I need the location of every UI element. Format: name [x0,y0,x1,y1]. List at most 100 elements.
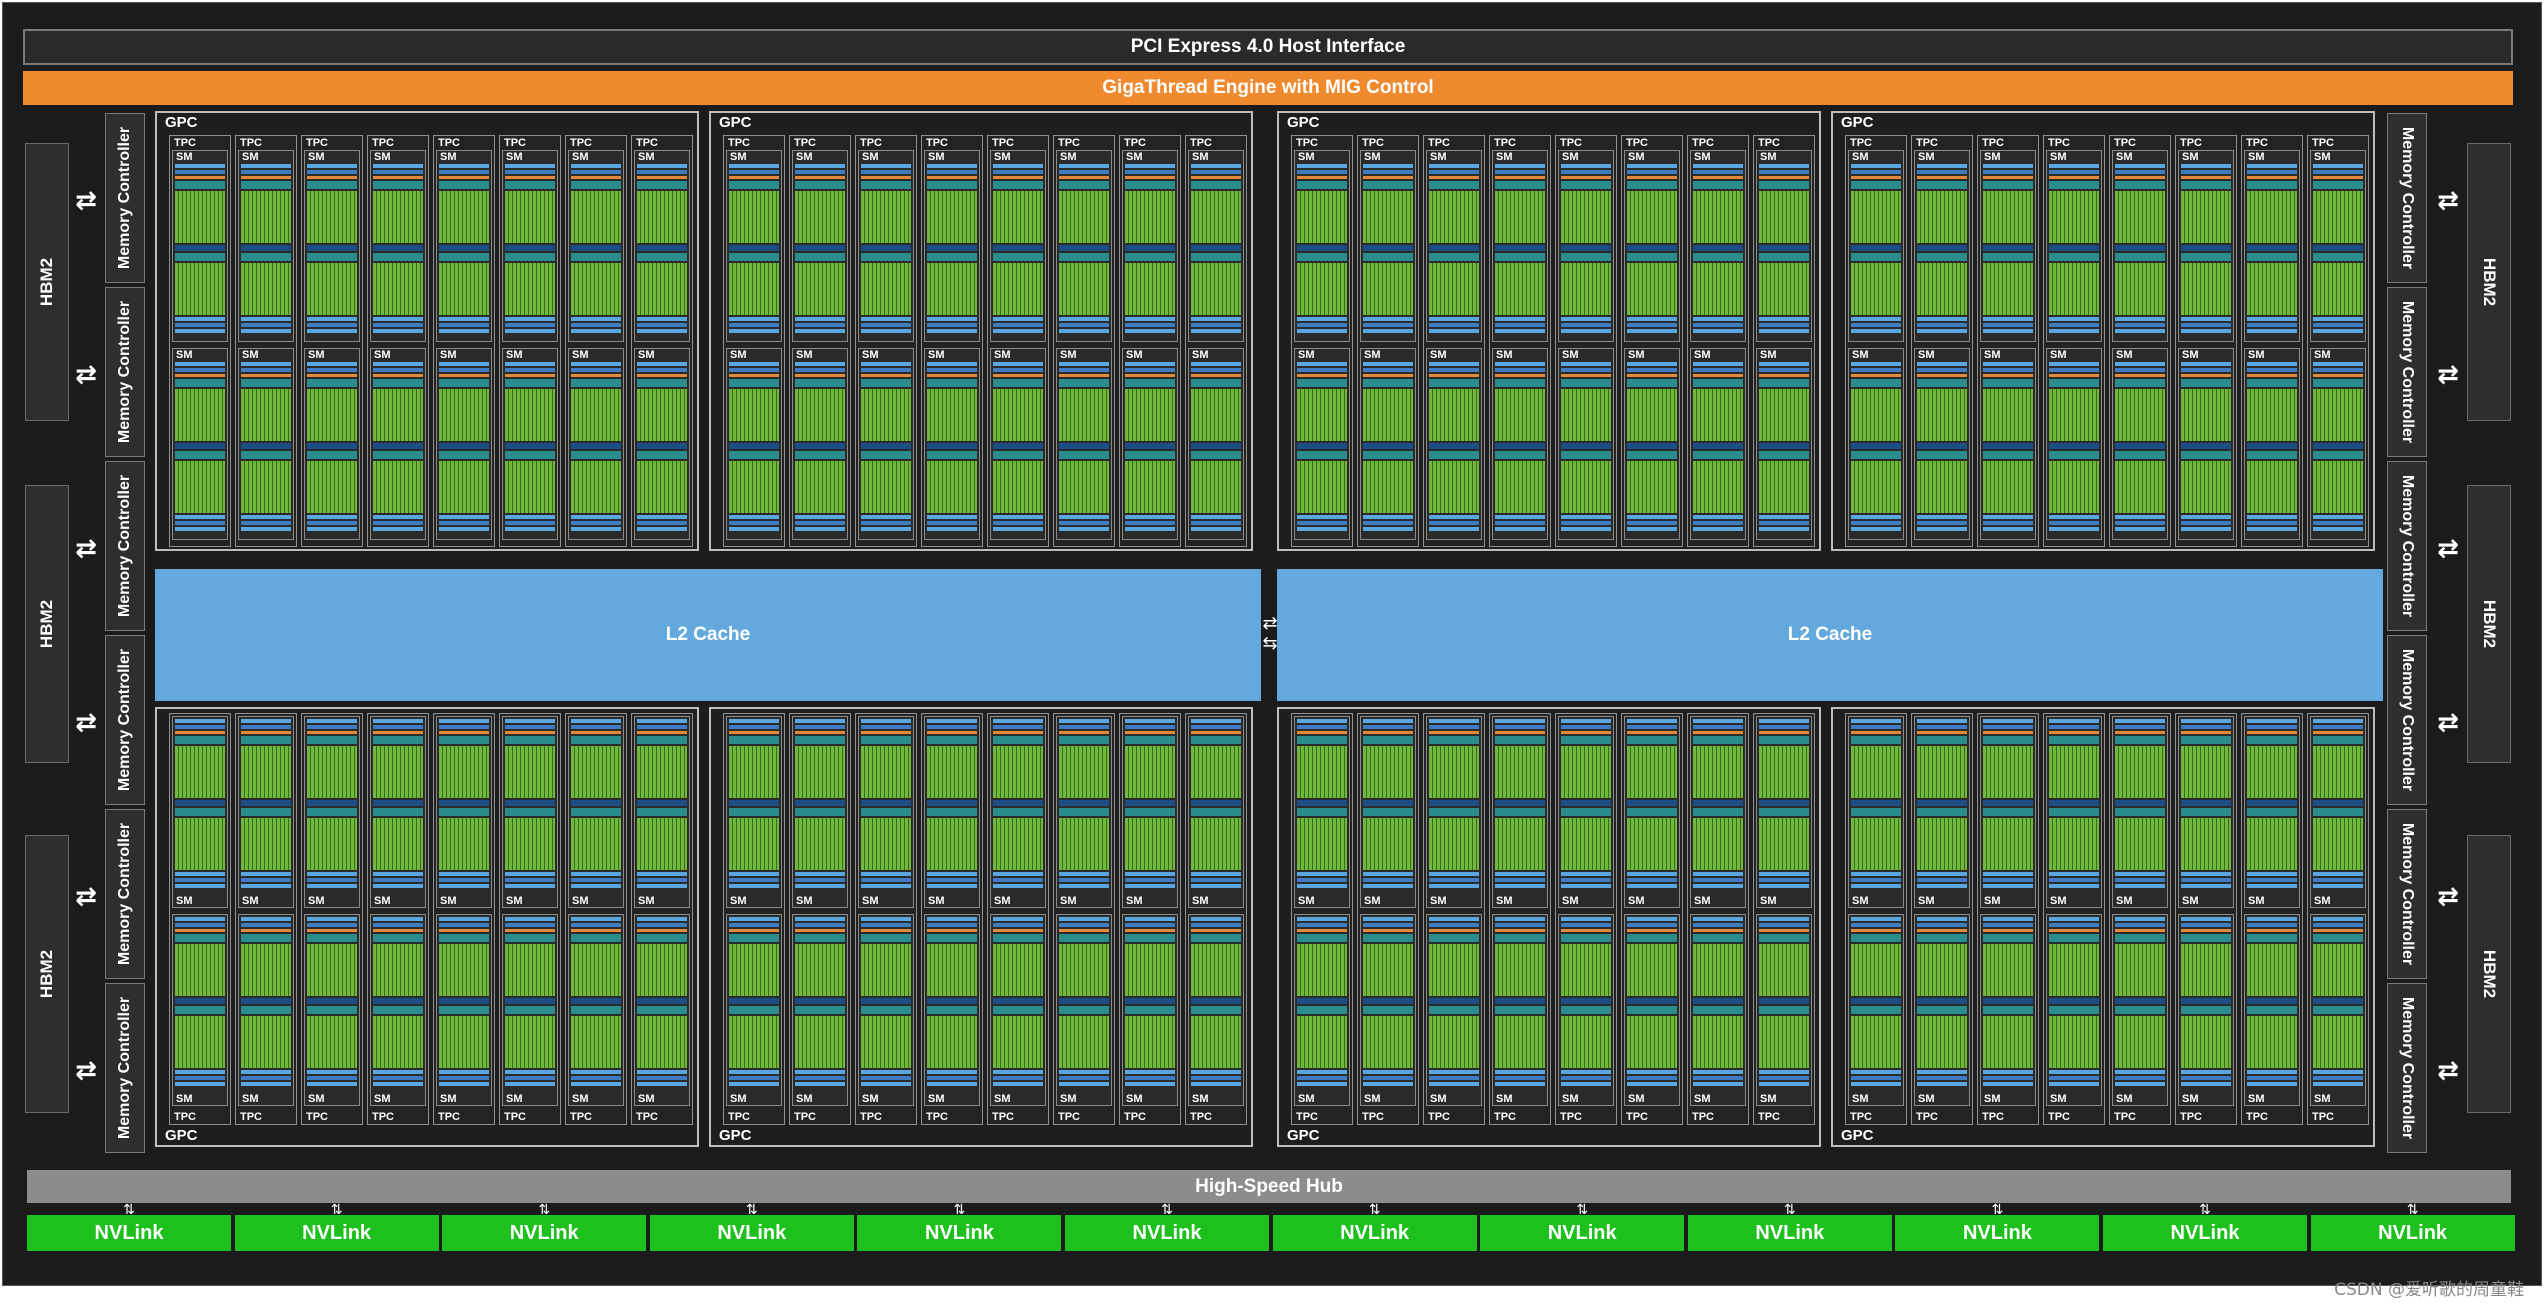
sm-unit [1495,998,1545,1004]
sm-unit [1983,176,2033,179]
sm-unit [1759,323,1809,327]
sm-label: SM [1760,895,1777,907]
sm-unit [1191,808,1241,816]
sm-unit [1917,884,1967,888]
sm-unit [571,253,621,261]
sm-unit [1191,719,1241,723]
sm-unit [795,164,845,168]
sm-unit [729,884,779,888]
sm-label: SM [308,895,325,907]
sm-unit [1059,1082,1109,1086]
sm-unit [1191,317,1241,321]
sm-block: SM [172,348,228,540]
sm-unit [637,374,687,377]
sm-unit [729,191,779,243]
sm-unit [1363,527,1413,531]
sm-unit [637,719,687,723]
sm-unit [2181,884,2231,888]
sm-unit [1627,929,1677,932]
sm-unit [373,515,423,519]
sm-internals [861,719,911,894]
sm-internals [1561,719,1611,894]
sm-unit [1297,451,1347,459]
sm-unit [1851,263,1901,315]
sm-unit [637,253,687,261]
nvlink-block: NVLink [27,1215,231,1251]
sm-block: SM [502,716,558,908]
sm-block: SM [436,914,492,1106]
memory-controller-left: Memory Controller [105,809,145,979]
sm-unit [2313,934,2363,942]
memory-controller-left: Memory Controller [105,983,145,1153]
sm-label: SM [506,151,523,163]
sm-block: SM [1756,716,1812,908]
sm-internals [637,362,687,537]
sm-unit [1917,374,1967,377]
sm-internals [571,719,621,894]
sm-unit [2049,253,2099,261]
sm-unit [1759,245,1809,251]
sm-unit [1693,317,1743,321]
sm-internals [1495,917,1545,1092]
nvlink-block: NVLink [1687,1215,1892,1251]
sm-unit [373,1082,423,1086]
sm-unit [1125,923,1175,927]
sm-unit [1759,923,1809,927]
sm-unit [1191,923,1241,927]
sm-unit [307,515,357,519]
hbm-link-arrow-icon: ⇄ [2437,707,2459,737]
sm-unit [373,181,423,189]
sm-unit [1759,317,1809,321]
sm-unit [2049,389,2099,441]
sm-unit [1561,800,1611,806]
sm-internals [307,164,357,339]
sm-unit [861,884,911,888]
sm-unit [1125,800,1175,806]
sm-internals [729,164,779,339]
sm-unit [2115,461,2165,513]
sm-unit [729,746,779,798]
sm-unit [1561,1006,1611,1014]
sm-unit [241,1016,291,1068]
sm-block: SM [1426,914,1482,1106]
sm-unit [1983,1016,2033,1068]
sm-internals [505,719,555,894]
sm-unit [1125,1082,1175,1086]
sm-internals [505,917,555,1092]
sm-unit [2313,818,2363,870]
sm-label: SM [928,1093,945,1105]
sm-unit [1297,1076,1347,1080]
sm-block: SM [2112,716,2168,908]
sm-unit [439,521,489,525]
sm-unit [241,725,291,729]
sm-unit [373,317,423,321]
sm-unit [439,731,489,734]
sm-block: SM [172,150,228,342]
hbm-link-arrow-icon: ⇄ [75,359,97,389]
tpc-label: TPC [1626,1111,1648,1123]
sm-unit [993,181,1043,189]
sm-unit [175,245,225,251]
sm-unit [571,1016,621,1068]
tpc-block: TPC SM SM [235,713,297,1125]
sm-unit [1297,374,1347,377]
sm-unit [1363,521,1413,525]
sm-unit [2181,923,2231,927]
sm-unit [373,253,423,261]
sm-block: SM [304,348,360,540]
sm-unit [795,374,845,377]
sm-unit [1983,164,2033,168]
sm-unit [1917,263,1967,315]
sm-unit [729,929,779,932]
sm-unit [571,164,621,168]
sm-unit [1363,515,1413,519]
sm-unit [175,515,225,519]
sm-unit [729,731,779,734]
sm-unit [1693,461,1743,513]
sm-unit [2313,944,2363,996]
sm-unit [307,719,357,723]
sm-unit [241,944,291,996]
sm-unit [861,1070,911,1074]
sm-unit [2049,1076,2099,1080]
sm-unit [1429,245,1479,251]
